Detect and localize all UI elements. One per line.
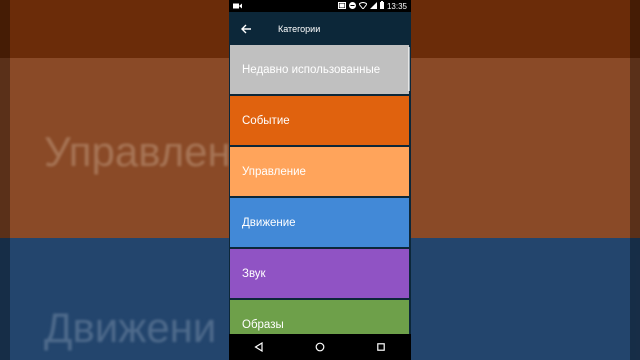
category-event[interactable]: Событие bbox=[230, 96, 409, 145]
page-title: Категории bbox=[278, 23, 321, 34]
back-triangle-icon[interactable] bbox=[251, 339, 267, 355]
background-edge-right bbox=[630, 0, 640, 360]
scrollbar-thumb[interactable] bbox=[408, 47, 410, 91]
category-list[interactable]: Недавно использованные Событие Управлени… bbox=[229, 45, 411, 334]
background-text-bottom: Движени bbox=[44, 304, 217, 351]
category-label: Образы bbox=[242, 318, 284, 331]
category-looks[interactable]: Образы bbox=[230, 300, 409, 334]
category-label: Звук bbox=[242, 267, 266, 280]
cast-icon bbox=[337, 1, 346, 11]
home-circle-icon[interactable] bbox=[312, 339, 328, 355]
category-label: Недавно использованные bbox=[242, 63, 381, 76]
recents-square-icon[interactable] bbox=[373, 339, 389, 355]
category-sound[interactable]: Звук bbox=[230, 249, 409, 298]
category-label: Управление bbox=[242, 165, 306, 178]
battery-icon bbox=[379, 1, 384, 11]
wifi-icon bbox=[358, 1, 368, 11]
background-edge-left bbox=[0, 0, 10, 360]
system-nav-bar bbox=[229, 334, 411, 360]
status-time: 13:35 bbox=[386, 1, 407, 11]
do-not-disturb-icon bbox=[348, 1, 356, 11]
phone-screen: 13:35 Категории Недавно использованные С… bbox=[229, 0, 411, 360]
back-arrow-icon[interactable] bbox=[239, 22, 253, 36]
category-label: Движение bbox=[242, 216, 296, 229]
category-label: Событие bbox=[242, 114, 290, 127]
cellular-icon bbox=[369, 1, 377, 11]
category-control[interactable]: Управление bbox=[230, 147, 409, 196]
category-motion[interactable]: Движение bbox=[230, 198, 409, 247]
video-camera-icon bbox=[233, 2, 242, 11]
app-bar: Категории bbox=[229, 12, 411, 45]
background-text-top: Управлен bbox=[44, 128, 231, 175]
category-recently-used[interactable]: Недавно использованные bbox=[230, 45, 409, 94]
status-bar: 13:35 bbox=[229, 0, 411, 12]
